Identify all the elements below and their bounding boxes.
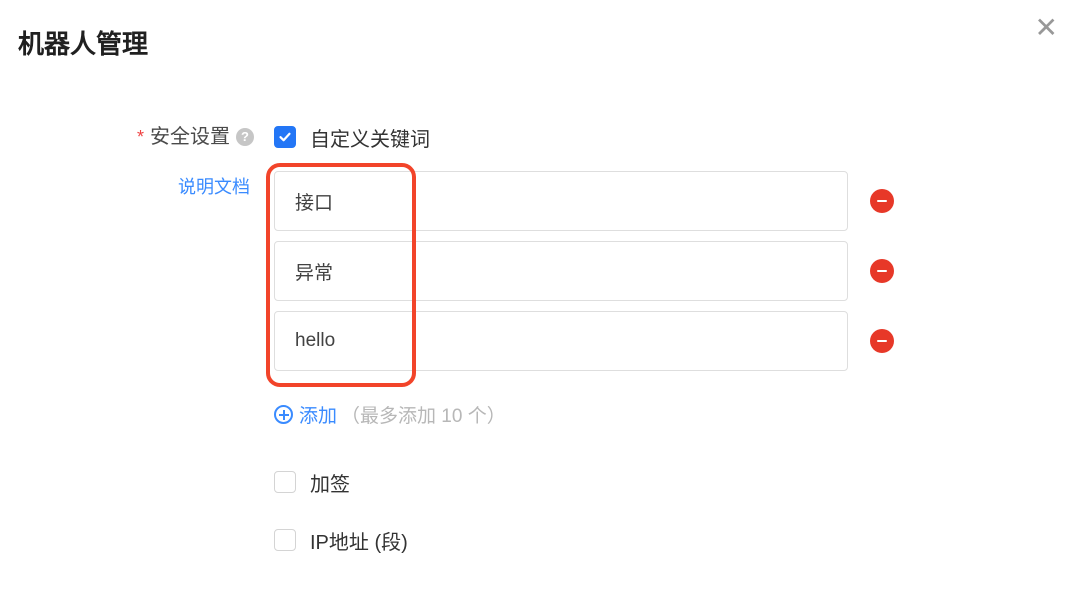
add-keyword-row: 添加 （最多添加 10 个） — [274, 401, 960, 428]
keyword-list — [274, 171, 894, 371]
keyword-row — [274, 171, 894, 231]
form-label-column: * 安全设置 ? 说明文档 — [0, 123, 274, 584]
dialog-header: 机器人管理 — [0, 0, 1080, 73]
minus-icon — [877, 340, 887, 343]
ip-range-label: IP地址 (段) — [310, 526, 408, 555]
form-fields-column: 自定义关键词 — [274, 123, 1080, 584]
signing-label: 加签 — [310, 468, 350, 497]
signing-checkbox[interactable] — [274, 471, 296, 493]
add-keyword-label: 添加 — [299, 401, 337, 428]
dialog-title: 机器人管理 — [18, 24, 1062, 61]
security-settings-text: 安全设置 — [150, 123, 230, 151]
check-icon — [278, 130, 292, 144]
security-settings-label: * 安全设置 ? — [137, 123, 254, 151]
custom-keywords-label: 自定义关键词 — [310, 123, 430, 152]
add-keyword-hint: （最多添加 10 个） — [341, 401, 506, 428]
minus-icon — [877, 200, 887, 203]
plus-circle-icon — [274, 405, 293, 424]
dialog-body: * 安全设置 ? 说明文档 自定义关键词 — [0, 73, 1080, 584]
minus-icon — [877, 270, 887, 273]
close-icon[interactable]: ✕ — [1035, 14, 1058, 42]
keyword-input[interactable] — [274, 311, 848, 371]
remove-keyword-button[interactable] — [870, 329, 894, 353]
remove-keyword-button[interactable] — [870, 189, 894, 213]
other-security-options: 加签 IP地址 (段) — [274, 468, 960, 554]
signing-option[interactable]: 加签 — [274, 468, 960, 496]
ip-range-option[interactable]: IP地址 (段) — [274, 526, 960, 554]
keyword-input[interactable] — [274, 241, 848, 301]
keyword-row — [274, 311, 894, 371]
documentation-link[interactable]: 说明文档 — [0, 173, 250, 199]
ip-range-checkbox[interactable] — [274, 529, 296, 551]
help-icon[interactable]: ? — [236, 128, 254, 146]
required-mark: * — [137, 123, 144, 151]
custom-keywords-checkbox[interactable] — [274, 126, 296, 148]
custom-keywords-option[interactable]: 自定义关键词 — [274, 123, 960, 151]
add-keyword-button[interactable]: 添加 — [274, 401, 337, 428]
keyword-input[interactable] — [274, 171, 848, 231]
keyword-row — [274, 241, 894, 301]
remove-keyword-button[interactable] — [870, 259, 894, 283]
